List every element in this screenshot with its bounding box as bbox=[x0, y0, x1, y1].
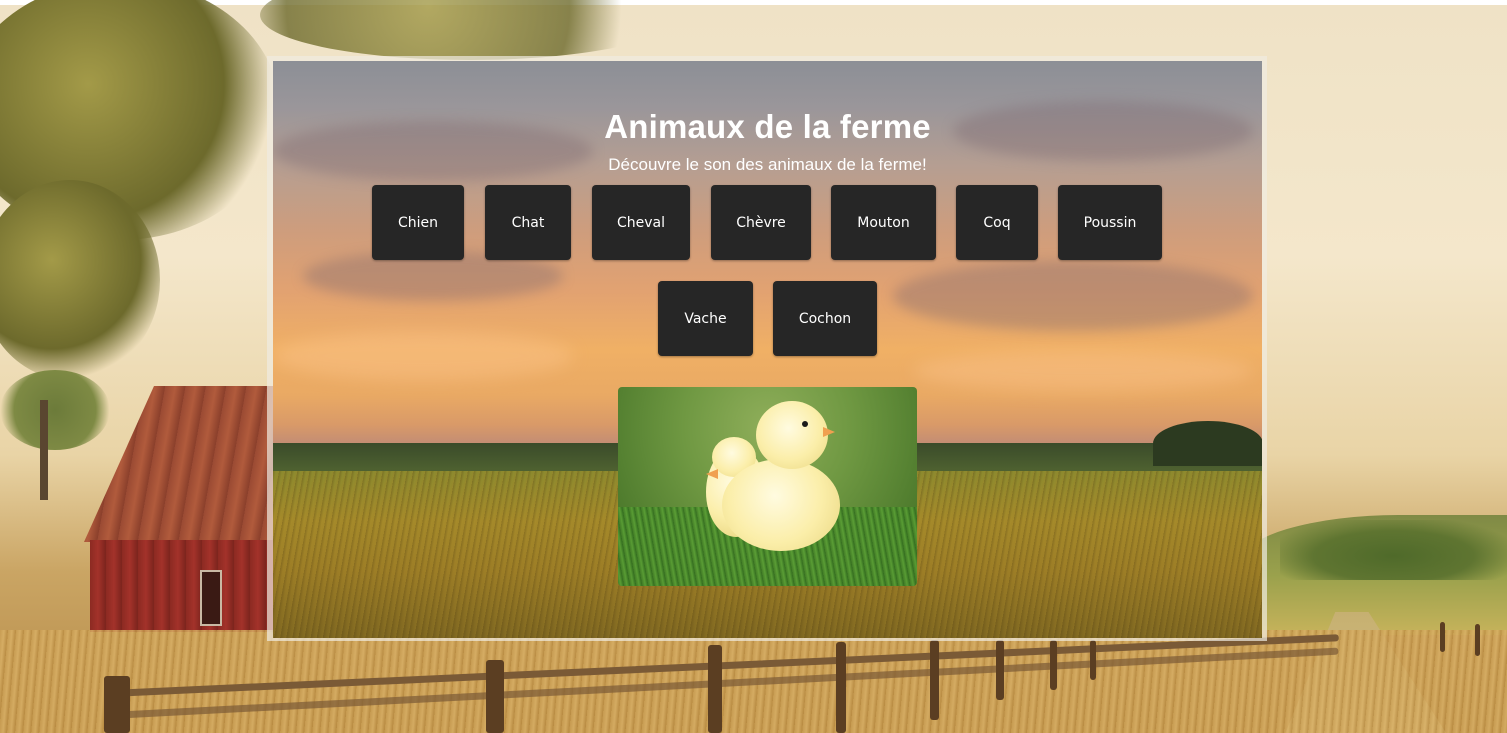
chick-image bbox=[618, 387, 917, 586]
chick-eye bbox=[802, 421, 808, 427]
fence-post bbox=[486, 660, 504, 733]
fence-post bbox=[1440, 622, 1445, 652]
chat-button[interactable]: Chat bbox=[485, 185, 571, 260]
fence-post bbox=[1050, 640, 1057, 690]
fence-post bbox=[996, 640, 1004, 700]
page-title: Animaux de la ferme bbox=[604, 108, 931, 145]
chevre-button[interactable]: Chèvre bbox=[711, 185, 811, 260]
chick-large-body bbox=[722, 459, 840, 551]
distant-tree-trunk bbox=[40, 400, 48, 500]
cloud bbox=[893, 261, 1253, 331]
cloud bbox=[273, 331, 573, 381]
chick-beak bbox=[706, 469, 718, 479]
fence-post bbox=[836, 642, 846, 733]
top-strip bbox=[0, 0, 1507, 5]
cochon-button[interactable]: Cochon bbox=[773, 281, 877, 356]
mouton-button[interactable]: Mouton bbox=[831, 185, 936, 260]
fence-post bbox=[1090, 640, 1096, 680]
poussin-button[interactable]: Poussin bbox=[1058, 185, 1162, 260]
fence-post bbox=[930, 640, 939, 720]
tree-line bbox=[1280, 520, 1507, 580]
fence-post bbox=[708, 645, 722, 733]
fence-post bbox=[1475, 624, 1480, 656]
barn-roof bbox=[84, 386, 284, 542]
tree-foliage bbox=[260, 0, 680, 60]
vache-button[interactable]: Vache bbox=[658, 281, 753, 356]
barn-wall bbox=[90, 540, 280, 632]
cloud bbox=[913, 351, 1253, 391]
chick-beak bbox=[823, 427, 835, 437]
page-subtitle: Découvre le son des animaux de la ferme! bbox=[608, 155, 927, 174]
chien-button[interactable]: Chien bbox=[372, 185, 464, 260]
cheval-button[interactable]: Cheval bbox=[592, 185, 690, 260]
barn-window bbox=[200, 570, 222, 626]
coq-button[interactable]: Coq bbox=[956, 185, 1038, 260]
chick-large-head bbox=[756, 401, 828, 469]
fence-post bbox=[104, 676, 130, 733]
distant-tree bbox=[0, 370, 110, 450]
